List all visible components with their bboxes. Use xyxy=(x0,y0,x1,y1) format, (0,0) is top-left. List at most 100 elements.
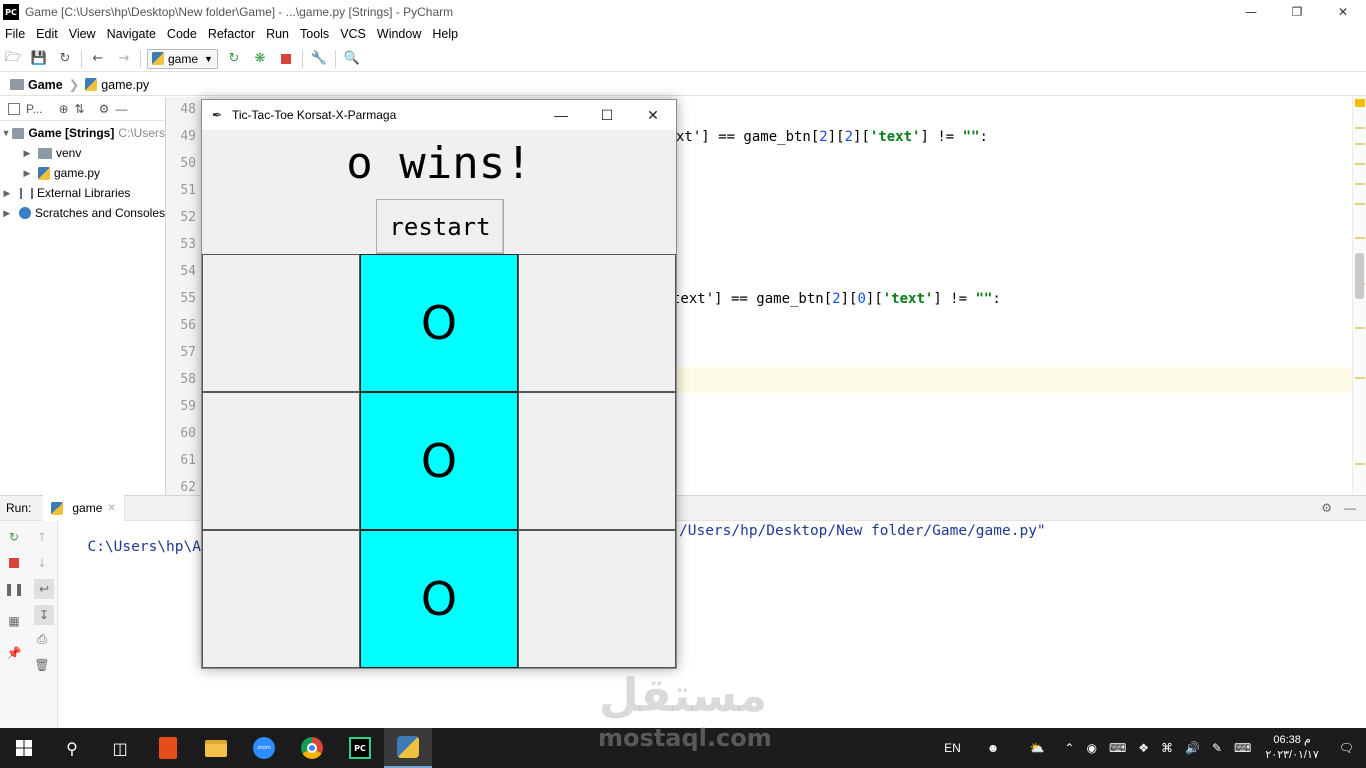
code-token: ][ xyxy=(853,129,870,145)
back-icon[interactable]: ← xyxy=(85,46,111,72)
menu-view[interactable]: View xyxy=(63,27,101,41)
open-folder-icon[interactable]: 🗁 xyxy=(0,46,26,72)
people-icon[interactable]: ☻ xyxy=(981,741,1006,755)
chrome-icon[interactable] xyxy=(288,728,336,768)
tree-item-game-py[interactable]: ▶ game.py xyxy=(0,163,165,183)
menu-file[interactable]: File xyxy=(0,27,30,41)
board-cell[interactable] xyxy=(518,392,676,530)
close-button[interactable]: ✕ xyxy=(1320,0,1366,24)
hide-icon[interactable]: — xyxy=(115,102,127,116)
watermark-arabic: مستقل xyxy=(598,668,768,722)
file-explorer-icon[interactable] xyxy=(192,728,240,768)
network-icon[interactable]: ❖ xyxy=(1132,741,1155,755)
tic-tac-toe-window[interactable]: ✒ Tic-Tac-Toe Korsat-X-Parmaga — ☐ ✕ o w… xyxy=(201,99,677,669)
sync-icon[interactable]: ↻ xyxy=(52,46,78,72)
rerun-icon[interactable]: ↻ xyxy=(221,46,247,72)
menu-help[interactable]: Help xyxy=(426,27,463,41)
stop-icon[interactable] xyxy=(273,46,299,72)
hide-icon[interactable]: — xyxy=(1344,501,1356,515)
keyboard-layout-icon[interactable]: ⌨ xyxy=(1103,741,1132,755)
board-cell[interactable] xyxy=(202,392,360,530)
menu-edit[interactable]: Edit xyxy=(30,27,63,41)
touch-keyboard-icon[interactable]: ⌨ xyxy=(1228,741,1257,755)
board-cell[interactable]: O xyxy=(360,530,518,668)
chevron-up-icon[interactable]: ⌃ xyxy=(1058,741,1080,755)
inspection-indicator-icon[interactable] xyxy=(1355,99,1365,107)
board-cell[interactable] xyxy=(518,254,676,392)
close-icon[interactable]: ✕ xyxy=(107,503,115,514)
tk-maximize-button[interactable]: ☐ xyxy=(584,100,630,130)
camera-icon[interactable]: ◉ xyxy=(1080,741,1102,755)
line-number: 62 xyxy=(180,480,196,495)
scrollbar-thumb[interactable] xyxy=(1355,253,1364,299)
scroll-to-end-icon[interactable]: ↧ xyxy=(34,605,54,625)
tree-item-scratches[interactable]: ▶ Scratches and Consoles xyxy=(0,203,165,223)
target-icon[interactable]: ⊕ xyxy=(58,102,68,116)
tree-label: External Libraries xyxy=(37,186,131,200)
minimize-button[interactable]: — xyxy=(1228,0,1274,24)
maximize-button[interactable]: ❐ xyxy=(1274,0,1320,24)
menu-window[interactable]: Window xyxy=(371,27,426,41)
pin-icon[interactable]: 📌 xyxy=(6,645,22,661)
code-line-49: xt'] == game_btn[2][2]['text'] != "": xyxy=(676,129,988,145)
board-cell[interactable] xyxy=(202,530,360,668)
board-cell[interactable]: O xyxy=(360,254,518,392)
windows-start-icon[interactable] xyxy=(0,728,48,768)
gear-icon[interactable]: ⚙ xyxy=(1321,501,1332,515)
stop-icon[interactable] xyxy=(6,555,22,571)
board-cell[interactable] xyxy=(202,254,360,392)
clock[interactable]: 06:38 م ٢٠٢٣/٠١/١٧ xyxy=(1257,733,1326,763)
tree-item-game[interactable]: ▼ Game [Strings] C:\Users xyxy=(0,123,165,143)
arrow-down-icon[interactable]: ↓ xyxy=(34,555,50,571)
print-icon[interactable]: ⎙ xyxy=(34,631,50,647)
menu-vcs[interactable]: VCS xyxy=(334,27,371,41)
run-output[interactable]: C:\Users\hp\App xyxy=(70,523,218,555)
office-icon[interactable] xyxy=(144,728,192,768)
menu-tools[interactable]: Tools xyxy=(294,27,334,41)
tk-title-bar[interactable]: ✒ Tic-Tac-Toe Korsat-X-Parmaga — ☐ ✕ xyxy=(202,100,676,130)
board-cell[interactable] xyxy=(518,530,676,668)
pause-icon[interactable]: ❚❚ xyxy=(4,581,24,597)
run-configuration-select[interactable]: game ▼ xyxy=(147,48,218,69)
pycharm-taskbar-icon[interactable]: PC xyxy=(336,728,384,768)
chevron-right-icon: ▶ xyxy=(3,207,11,218)
editor-scrollbar[interactable] xyxy=(1352,97,1366,495)
input-language[interactable]: EN xyxy=(938,741,967,755)
breadcrumb-file[interactable]: game.py xyxy=(101,78,149,92)
wrench-icon[interactable]: 🔧 xyxy=(306,46,332,72)
tree-item-external-libraries[interactable]: ▶ External Libraries xyxy=(0,183,165,203)
python-taskbar-icon[interactable] xyxy=(384,728,432,768)
search-icon[interactable]: ⚲ xyxy=(48,728,96,768)
notifications-icon[interactable]: 🗨 xyxy=(1327,741,1366,755)
restart-button[interactable]: restart xyxy=(376,199,504,254)
layout-icon[interactable]: ▦ xyxy=(6,613,22,629)
pen-icon[interactable]: ✎ xyxy=(1206,741,1228,755)
rerun-icon[interactable]: ↻ xyxy=(6,529,22,545)
weather-icon[interactable]: ⛅ xyxy=(1023,741,1050,755)
breadcrumb-project[interactable]: Game xyxy=(28,78,63,92)
tk-close-button[interactable]: ✕ xyxy=(630,100,676,130)
save-icon[interactable]: 💾 xyxy=(26,46,52,72)
search-icon[interactable]: 🔍 xyxy=(339,46,365,72)
collapse-icon[interactable]: ⇅ xyxy=(75,102,85,116)
line-number: 57 xyxy=(180,345,196,360)
menu-code[interactable]: Code xyxy=(161,27,202,41)
board-cell[interactable]: O xyxy=(360,392,518,530)
forward-icon[interactable]: → xyxy=(111,46,137,72)
menu-navigate[interactable]: Navigate xyxy=(101,27,161,41)
menu-run[interactable]: Run xyxy=(260,27,294,41)
run-tab-game[interactable]: game ✕ xyxy=(43,495,125,521)
tk-minimize-button[interactable]: — xyxy=(538,100,584,130)
wifi-icon[interactable]: ⌘ xyxy=(1155,741,1179,755)
trash-icon[interactable]: 🗑 xyxy=(34,657,50,673)
gear-icon[interactable]: ⚙ xyxy=(99,102,110,116)
debug-icon[interactable]: ❋ xyxy=(247,46,273,72)
menu-refactor[interactable]: Refactor xyxy=(202,27,260,41)
arrow-up-icon[interactable]: ↑ xyxy=(34,529,50,545)
tree-item-venv[interactable]: ▶ venv xyxy=(0,143,165,163)
soft-wrap-icon[interactable]: ↩ xyxy=(34,579,54,599)
project-panel-label[interactable]: P... xyxy=(26,102,42,116)
volume-icon[interactable]: 🔊 xyxy=(1179,741,1206,755)
zoom-icon[interactable]: zoom xyxy=(240,728,288,768)
task-view-icon[interactable]: ◫ xyxy=(96,728,144,768)
